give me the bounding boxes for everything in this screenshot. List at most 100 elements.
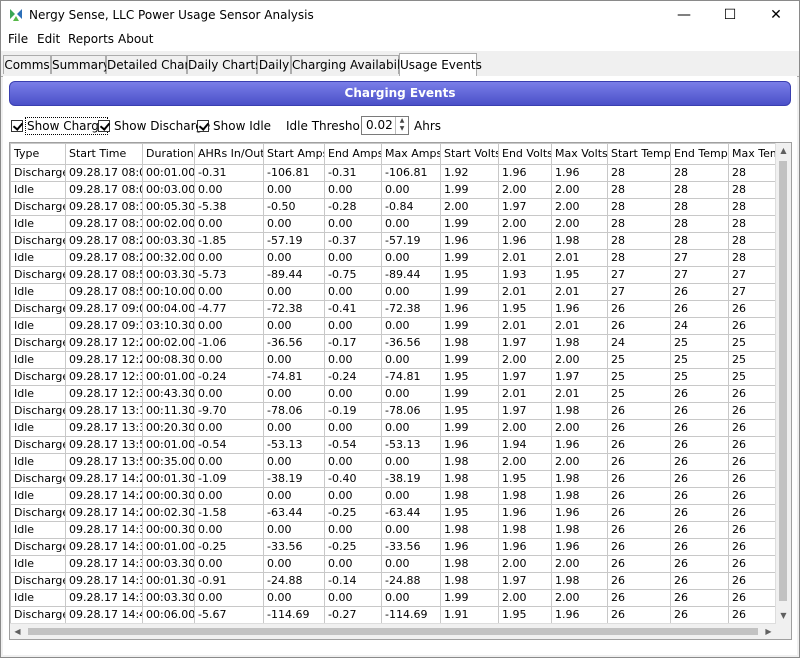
table-cell[interactable]: 26 [607, 470, 671, 488]
table-cell[interactable]: Idle [10, 283, 66, 301]
table-cell[interactable]: 0.00 [263, 181, 325, 199]
table-cell[interactable]: -0.25 [324, 504, 382, 522]
table-cell[interactable]: -78.06 [381, 402, 441, 420]
table-cell[interactable]: 26 [670, 487, 729, 505]
table-cell[interactable]: 09.28.17 08:20 [65, 232, 143, 250]
table-cell[interactable]: -36.56 [381, 334, 441, 352]
table-cell[interactable]: -0.40 [324, 470, 382, 488]
table-cell[interactable]: 2.00 [551, 453, 608, 471]
tab-charging-availability[interactable]: Charging Availability [291, 55, 415, 74]
table-cell[interactable]: 28 [607, 232, 671, 250]
table-cell[interactable]: 1.99 [440, 589, 499, 607]
table-cell[interactable]: 0.00 [324, 419, 382, 437]
table-cell[interactable]: 0.00 [263, 487, 325, 505]
table-cell[interactable]: 25 [607, 385, 671, 403]
table-cell[interactable]: 00:05.30 [142, 198, 195, 216]
table-cell[interactable]: 00:10.00 [142, 283, 195, 301]
table-cell[interactable]: -0.37 [324, 232, 382, 250]
table-cell[interactable]: 1.98 [440, 334, 499, 352]
show-discharge-checkbox[interactable]: Show Discharge [98, 118, 210, 134]
table-row[interactable]: Discharge09.28.17 14:3600:01.30-0.91-24.… [10, 572, 787, 590]
table-cell[interactable]: 1.96 [440, 300, 499, 318]
table-row[interactable]: Idle09.28.17 12:2500:08.300.000.000.000.… [10, 351, 787, 369]
table-cell[interactable]: 26 [670, 436, 729, 454]
table-row[interactable]: Idle09.28.17 13:5100:35.000.000.000.000.… [10, 453, 787, 471]
column-header[interactable]: Start Temp [607, 143, 671, 165]
table-cell[interactable]: 2.00 [551, 555, 608, 573]
table-cell[interactable]: -0.27 [324, 606, 382, 624]
table-cell[interactable]: 03:10.30 [142, 317, 195, 335]
table-cell[interactable]: -4.77 [194, 300, 264, 318]
table-row[interactable]: Idle09.28.17 14:3200:03.300.000.000.000.… [10, 555, 787, 573]
table-cell[interactable]: 26 [670, 385, 729, 403]
table-row[interactable]: Discharge09.28.17 13:5000:01.00-0.54-53.… [10, 436, 787, 454]
column-header[interactable]: Start Amps [263, 143, 325, 165]
table-cell[interactable]: Discharge [10, 368, 66, 386]
table-cell[interactable]: Idle [10, 589, 66, 607]
table-cell[interactable]: 0.00 [194, 385, 264, 403]
table-cell[interactable]: 0.00 [381, 487, 441, 505]
table-cell[interactable]: 1.98 [498, 521, 552, 539]
table-row[interactable]: Idle09.28.17 14:3700:03.300.000.000.000.… [10, 589, 787, 607]
table-cell[interactable]: 26 [670, 283, 729, 301]
table-cell[interactable]: 09.28.17 08:08 [65, 164, 143, 182]
table-cell[interactable]: 1.96 [551, 504, 608, 522]
table-cell[interactable]: 0.00 [324, 521, 382, 539]
table-cell[interactable]: 0.00 [194, 215, 264, 233]
table-cell[interactable]: 0.00 [324, 283, 382, 301]
table-cell[interactable]: Idle [10, 181, 66, 199]
table-cell[interactable]: 1.98 [498, 487, 552, 505]
table-cell[interactable]: 1.99 [440, 215, 499, 233]
table-cell[interactable]: -1.06 [194, 334, 264, 352]
table-cell[interactable]: -0.17 [324, 334, 382, 352]
table-cell[interactable]: 09.28.17 12:34 [65, 368, 143, 386]
table-cell[interactable]: 0.00 [381, 351, 441, 369]
table-cell[interactable]: 26 [607, 453, 671, 471]
table-cell[interactable]: -0.41 [324, 300, 382, 318]
table-cell[interactable]: 0.00 [194, 249, 264, 267]
table-cell[interactable]: 1.95 [551, 266, 608, 284]
table-cell[interactable]: Discharge [10, 402, 66, 420]
table-cell[interactable]: 1.99 [440, 385, 499, 403]
idle-threshold-value[interactable]: 0.02 [366, 118, 393, 132]
spin-down-icon[interactable]: ▼ [396, 125, 408, 133]
table-cell[interactable]: 1.94 [498, 436, 552, 454]
table-cell[interactable]: -0.25 [194, 538, 264, 556]
table-cell[interactable]: 09.28.17 14:37 [65, 589, 143, 607]
show-charge-checkbox[interactable]: Show Charge [11, 117, 109, 135]
table-cell[interactable]: -0.24 [324, 368, 382, 386]
table-cell[interactable]: 0.00 [324, 317, 382, 335]
table-cell[interactable]: -36.56 [263, 334, 325, 352]
table-cell[interactable]: 2.01 [498, 385, 552, 403]
table-cell[interactable]: 1.99 [440, 181, 499, 199]
vertical-scrollbar[interactable]: ▲ ▼ [775, 143, 791, 624]
menu-reports[interactable]: Reports [68, 32, 114, 46]
table-cell[interactable]: 26 [607, 487, 671, 505]
table-cell[interactable]: Discharge [10, 504, 66, 522]
table-cell[interactable]: 26 [670, 402, 729, 420]
table-cell[interactable]: 25 [607, 351, 671, 369]
table-cell[interactable]: 1.99 [440, 317, 499, 335]
table-cell[interactable]: -0.54 [194, 436, 264, 454]
table-cell[interactable]: 1.98 [440, 453, 499, 471]
spin-up-icon[interactable]: ▲ [396, 117, 408, 125]
table-cell[interactable]: 1.97 [551, 368, 608, 386]
table-cell[interactable]: 1.95 [498, 300, 552, 318]
table-cell[interactable]: 1.93 [498, 266, 552, 284]
table-cell[interactable]: 0.00 [324, 181, 382, 199]
table-cell[interactable]: 00:01.30 [142, 470, 195, 488]
table-cell[interactable]: 00:02.30 [142, 504, 195, 522]
table-cell[interactable]: 00:06.00 [142, 606, 195, 624]
table-cell[interactable]: 1.91 [440, 606, 499, 624]
table-cell[interactable]: 00:08.30 [142, 351, 195, 369]
table-cell[interactable]: Discharge [10, 334, 66, 352]
table-cell[interactable]: 2.01 [498, 317, 552, 335]
table-row[interactable]: Discharge09.28.17 08:1200:05.30-5.38-0.5… [10, 198, 787, 216]
table-cell[interactable]: 1.99 [440, 351, 499, 369]
table-cell[interactable]: 2.01 [498, 249, 552, 267]
table-cell[interactable]: 26 [607, 606, 671, 624]
table-cell[interactable]: 09.28.17 13:50 [65, 436, 143, 454]
table-cell[interactable]: 1.99 [440, 283, 499, 301]
table-cell[interactable]: 2.00 [498, 555, 552, 573]
horizontal-scrollbar[interactable]: ◀ ▶ [10, 623, 776, 639]
